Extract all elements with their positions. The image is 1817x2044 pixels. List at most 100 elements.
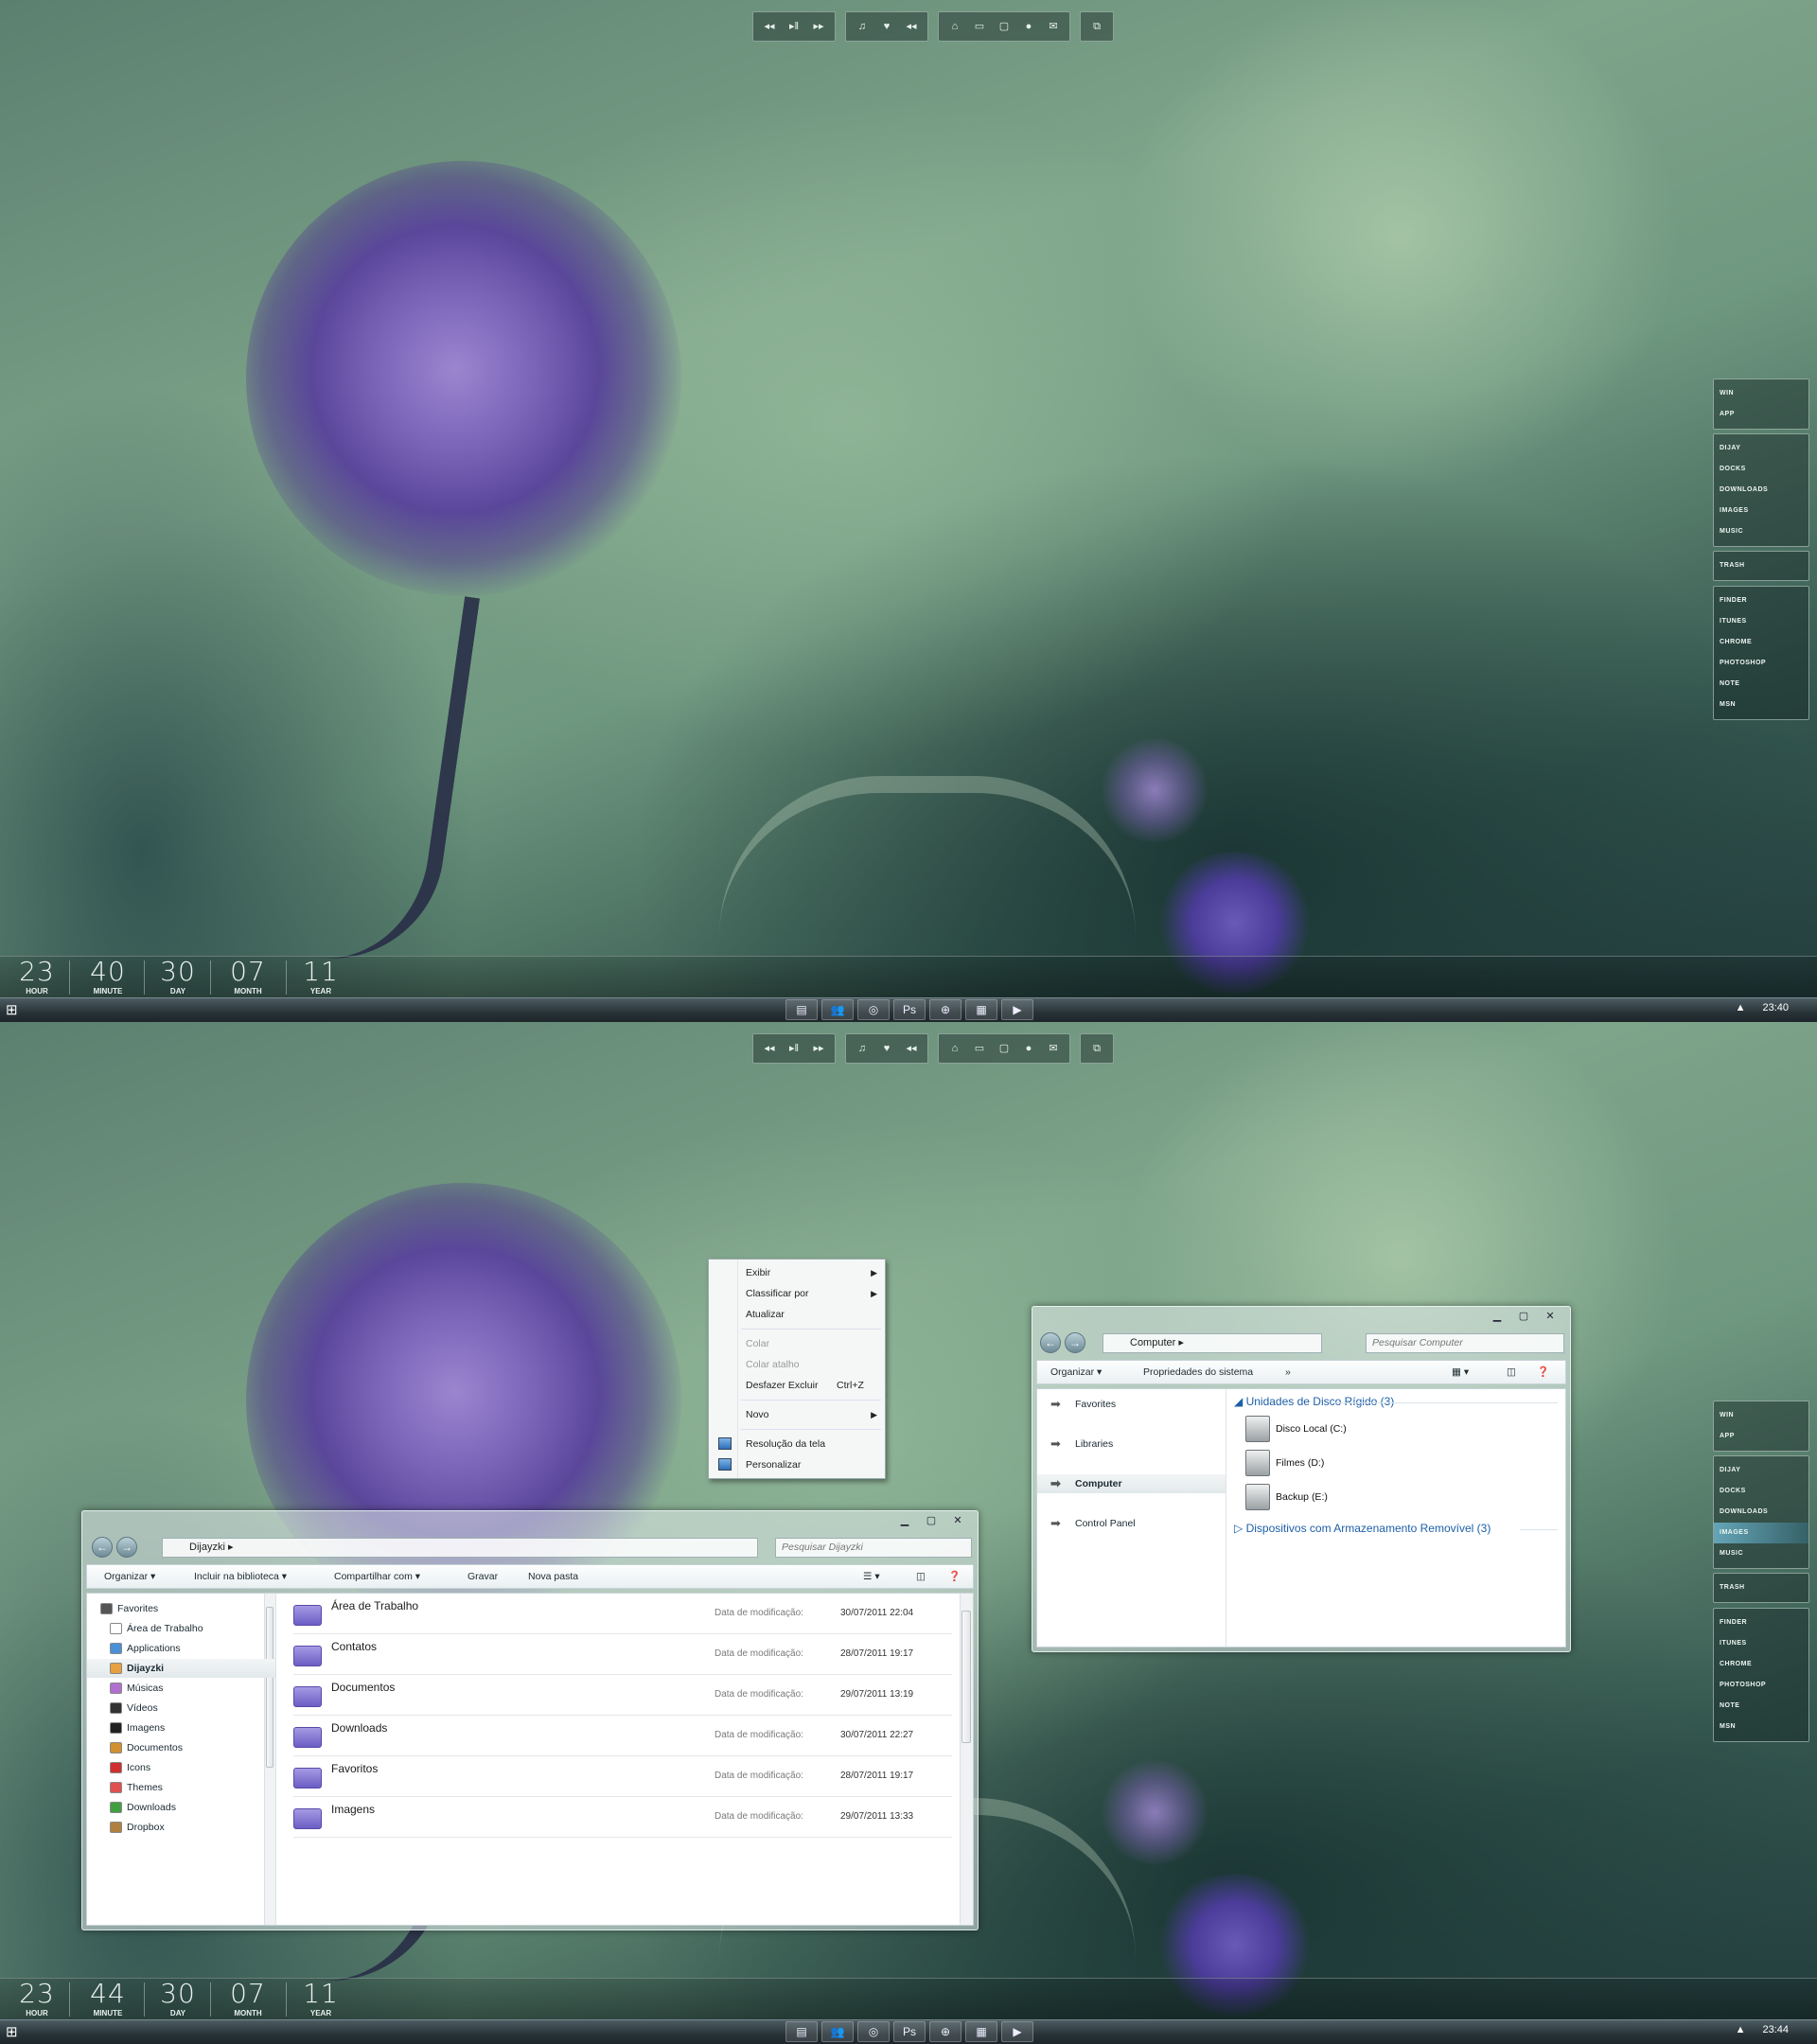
file-row[interactable]: Documentos Data de modificação: 29/07/2011… bbox=[293, 1675, 952, 1716]
mail-icon[interactable]: ✉ bbox=[1043, 1039, 1064, 1058]
dock-item-trash[interactable]: TRASH bbox=[1720, 1577, 1803, 1598]
windows-switch-icon[interactable]: ⧉ bbox=[1086, 17, 1107, 36]
dock-item-note[interactable]: NOTE bbox=[1720, 1696, 1803, 1717]
drive-e[interactable]: Backup (E:) bbox=[1245, 1482, 1491, 1514]
contacts-icon[interactable]: 👥 bbox=[821, 2021, 854, 2042]
play-icon[interactable]: ▶ bbox=[1001, 2021, 1033, 2042]
music-icon[interactable]: ♫ bbox=[852, 17, 873, 36]
home-icon[interactable]: ⌂ bbox=[944, 17, 965, 36]
sidebar-item-folder[interactable]: Applications bbox=[87, 1639, 275, 1658]
rewind-icon[interactable]: ◂◂ bbox=[901, 17, 922, 36]
drive-c[interactable]: Disco Local (C:) bbox=[1245, 1414, 1491, 1446]
help-icon[interactable]: ❓ bbox=[948, 1565, 961, 1588]
burn-button[interactable]: Gravar bbox=[467, 1565, 498, 1588]
system-properties-button[interactable]: Propriedades do sistema bbox=[1143, 1361, 1253, 1383]
address-bar[interactable]: Computer ▸ bbox=[1103, 1333, 1322, 1353]
preview-pane-icon[interactable]: ◫ bbox=[916, 1565, 926, 1588]
dock-item-images[interactable]: IMAGES bbox=[1714, 1523, 1808, 1543]
dock-item-docks[interactable]: DOCKS bbox=[1720, 459, 1803, 480]
windows-switch-icon[interactable]: ⧉ bbox=[1086, 1039, 1107, 1058]
organize-button[interactable]: Organizar ▾ bbox=[1050, 1361, 1102, 1383]
new-folder-button[interactable]: Nova pasta bbox=[528, 1565, 578, 1588]
close-button[interactable]: ✕ bbox=[947, 1515, 968, 1528]
play-pause-icon[interactable]: ▸‖ bbox=[784, 1039, 804, 1058]
explorer-icon[interactable]: ▤ bbox=[785, 999, 818, 1020]
dock-item-dijay[interactable]: DIJAY bbox=[1720, 438, 1803, 459]
menu-item-personalizar[interactable]: Personalizar bbox=[709, 1454, 885, 1475]
dock-item-app[interactable]: APP bbox=[1720, 404, 1803, 425]
back-button[interactable]: ← bbox=[92, 1537, 113, 1558]
sidebar-item-favorites[interactable]: ➡ Favorites bbox=[1037, 1395, 1226, 1414]
home-icon[interactable]: ⌂ bbox=[944, 1039, 965, 1058]
file-row[interactable]: Imagens Data de modificação: 29/07/2011 13… bbox=[293, 1797, 952, 1838]
mail-icon[interactable]: ✉ bbox=[1043, 17, 1064, 36]
more-commands-button[interactable]: » bbox=[1285, 1361, 1291, 1383]
search-input[interactable]: Pesquisar Computer bbox=[1366, 1333, 1564, 1353]
view-icon[interactable]: ☰ ▾ bbox=[863, 1565, 880, 1588]
dock-item-photoshop[interactable]: PHOTOSHOP bbox=[1720, 653, 1803, 674]
tray-arrow-icon[interactable]: ▲ bbox=[1736, 1002, 1746, 1013]
tray-arrow-icon[interactable]: ▲ bbox=[1736, 2024, 1746, 2035]
file-row[interactable]: Contatos Data de modificação: 28/07/2011 1… bbox=[293, 1634, 952, 1675]
window-icon[interactable]: ▢ bbox=[994, 17, 1014, 36]
file-row[interactable]: Downloads Data de modificação: 30/07/2011 … bbox=[293, 1716, 952, 1756]
sidebar-item-folder[interactable]: Themes bbox=[87, 1778, 275, 1797]
file-row[interactable]: Área de Trabalho Data de modificação: 30/0… bbox=[293, 1594, 952, 1634]
dock-item-finder[interactable]: FINDER bbox=[1720, 590, 1803, 611]
dock-item-msn[interactable]: MSN bbox=[1720, 695, 1803, 715]
file-row[interactable]: Favoritos Data de modificação: 28/07/2011 … bbox=[293, 1756, 952, 1797]
contacts-icon[interactable]: 👥 bbox=[821, 999, 854, 1020]
previous-icon[interactable]: ◂◂ bbox=[759, 17, 780, 36]
library-icon[interactable]: ▦ bbox=[965, 2021, 997, 2042]
file-scrollbar[interactable] bbox=[960, 1594, 973, 1925]
organize-button[interactable]: Organizar ▾ bbox=[104, 1565, 155, 1588]
sidebar-item-folder[interactable]: Área de Trabalho bbox=[87, 1619, 275, 1638]
sidebar-item-folder[interactable]: Vídeos bbox=[87, 1699, 275, 1718]
menu-item-novo[interactable]: Novo ▶ bbox=[709, 1404, 885, 1425]
include-library-button[interactable]: Incluir na biblioteca ▾ bbox=[194, 1565, 287, 1588]
minimize-button[interactable]: ▁ bbox=[1487, 1311, 1508, 1324]
sidebar-item-computer[interactable]: ➡ Computer bbox=[1037, 1474, 1226, 1493]
start-button[interactable]: ⊞ bbox=[6, 1001, 25, 1020]
sidebar-item-folder[interactable]: Músicas bbox=[87, 1679, 275, 1698]
tray-clock[interactable]: 23:40 bbox=[1762, 1002, 1789, 1013]
dock-item-finder[interactable]: FINDER bbox=[1720, 1612, 1803, 1633]
sidebar-item-folder[interactable]: Icons bbox=[87, 1758, 275, 1777]
dock-item-downloads[interactable]: DOWNLOADS bbox=[1720, 480, 1803, 501]
start-button[interactable]: ⊞ bbox=[6, 2023, 25, 2042]
dock-item-images[interactable]: IMAGES bbox=[1720, 501, 1803, 521]
dock-item-photoshop[interactable]: PHOTOSHOP bbox=[1720, 1675, 1803, 1696]
maximize-button[interactable]: ▢ bbox=[1513, 1311, 1534, 1324]
photoshop-icon[interactable]: Ps bbox=[893, 999, 926, 1020]
view-icon[interactable]: ▦ ▾ bbox=[1452, 1361, 1469, 1383]
address-bar[interactable]: Dijayzki ▸ bbox=[162, 1538, 758, 1558]
dock-item-app[interactable]: APP bbox=[1720, 1426, 1803, 1447]
close-button[interactable]: ✕ bbox=[1540, 1311, 1561, 1324]
sidebar-item-libraries[interactable]: ➡ Libraries bbox=[1037, 1435, 1226, 1454]
rewind-icon[interactable]: ◂◂ bbox=[901, 1039, 922, 1058]
dock-item-docks[interactable]: DOCKS bbox=[1720, 1481, 1803, 1502]
dock-item-note[interactable]: NOTE bbox=[1720, 674, 1803, 695]
dock-item-music[interactable]: MUSIC bbox=[1720, 1543, 1803, 1564]
group-header-hard-disks[interactable]: ◢ Unidades de Disco Rígido (3) bbox=[1234, 1395, 1394, 1408]
play-pause-icon[interactable]: ▸‖ bbox=[784, 17, 804, 36]
chat-icon[interactable]: ● bbox=[1018, 1039, 1039, 1058]
sidebar-item-folder[interactable]: Downloads bbox=[87, 1798, 275, 1817]
tray-clock[interactable]: 23:44 bbox=[1762, 2024, 1789, 2035]
dock-item-chrome[interactable]: CHROME bbox=[1720, 1654, 1803, 1675]
play-icon[interactable]: ▶ bbox=[1001, 999, 1033, 1020]
next-icon[interactable]: ▸▸ bbox=[808, 17, 829, 36]
sidebar-item-folder[interactable]: Dropbox bbox=[87, 1818, 275, 1837]
dock-item-msn[interactable]: MSN bbox=[1720, 1717, 1803, 1737]
dock-item-music[interactable]: MUSIC bbox=[1720, 521, 1803, 542]
menu-item-resolucao[interactable]: Resolução da tela bbox=[709, 1434, 885, 1454]
library-icon[interactable]: ▦ bbox=[965, 999, 997, 1020]
chrome-icon[interactable]: ◎ bbox=[857, 999, 890, 1020]
forward-button[interactable]: → bbox=[116, 1537, 137, 1558]
chat-icon[interactable]: ● bbox=[1018, 17, 1039, 36]
globe-icon[interactable]: ⊕ bbox=[929, 2021, 961, 2042]
dock-item-chrome[interactable]: CHROME bbox=[1720, 632, 1803, 653]
previous-icon[interactable]: ◂◂ bbox=[759, 1039, 780, 1058]
sidebar-item-folder[interactable]: Documentos bbox=[87, 1738, 275, 1757]
globe-icon[interactable]: ⊕ bbox=[929, 999, 961, 1020]
